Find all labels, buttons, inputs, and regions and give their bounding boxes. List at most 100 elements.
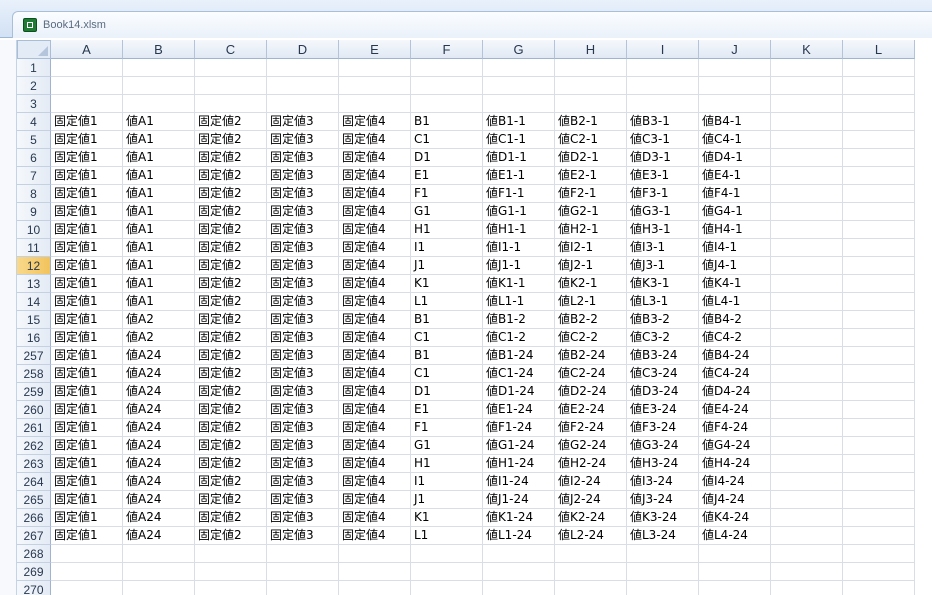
cell-j1[interactable] (699, 59, 771, 77)
cell-f262[interactable]: G1 (411, 437, 483, 455)
cell-g13[interactable]: 値K1-1 (483, 275, 555, 293)
cell-g260[interactable]: 値E1-24 (483, 401, 555, 419)
cell-l1[interactable] (843, 59, 915, 77)
cell-e16[interactable]: 固定値4 (339, 329, 411, 347)
cell-k3[interactable] (771, 95, 843, 113)
cell-j266[interactable]: 値K4-24 (699, 509, 771, 527)
column-header-b[interactable]: B (123, 40, 195, 59)
select-all-corner[interactable] (17, 40, 51, 59)
cell-h270[interactable] (555, 581, 627, 595)
cell-l265[interactable] (843, 491, 915, 509)
cell-k8[interactable] (771, 185, 843, 203)
cell-l262[interactable] (843, 437, 915, 455)
cell-c15[interactable]: 固定値2 (195, 311, 267, 329)
cell-c16[interactable]: 固定値2 (195, 329, 267, 347)
cell-j259[interactable]: 値D4-24 (699, 383, 771, 401)
cell-l268[interactable] (843, 545, 915, 563)
cell-l13[interactable] (843, 275, 915, 293)
column-header-l[interactable]: L (843, 40, 915, 59)
cell-k259[interactable] (771, 383, 843, 401)
cell-j9[interactable]: 値G4-1 (699, 203, 771, 221)
cell-d266[interactable]: 固定値3 (267, 509, 339, 527)
cell-f3[interactable] (411, 95, 483, 113)
cell-b257[interactable]: 値A24 (123, 347, 195, 365)
cell-f2[interactable] (411, 77, 483, 95)
cell-l10[interactable] (843, 221, 915, 239)
cell-d10[interactable]: 固定値3 (267, 221, 339, 239)
cell-i1[interactable] (627, 59, 699, 77)
cell-g6[interactable]: 値D1-1 (483, 149, 555, 167)
cell-a13[interactable]: 固定値1 (51, 275, 123, 293)
cell-f267[interactable]: L1 (411, 527, 483, 545)
cell-g15[interactable]: 値B1-2 (483, 311, 555, 329)
cell-f14[interactable]: L1 (411, 293, 483, 311)
cell-l4[interactable] (843, 113, 915, 131)
cell-j7[interactable]: 値E4-1 (699, 167, 771, 185)
column-header-a[interactable]: A (51, 40, 123, 59)
cell-e11[interactable]: 固定値4 (339, 239, 411, 257)
cell-h262[interactable]: 値G2-24 (555, 437, 627, 455)
cell-i16[interactable]: 値C3-2 (627, 329, 699, 347)
cell-l263[interactable] (843, 455, 915, 473)
cell-d261[interactable]: 固定値3 (267, 419, 339, 437)
cell-l6[interactable] (843, 149, 915, 167)
cell-g261[interactable]: 値F1-24 (483, 419, 555, 437)
cell-d265[interactable]: 固定値3 (267, 491, 339, 509)
cell-e9[interactable]: 固定値4 (339, 203, 411, 221)
cell-l3[interactable] (843, 95, 915, 113)
cell-j269[interactable] (699, 563, 771, 581)
row-header-269[interactable]: 269 (17, 563, 51, 581)
cell-f270[interactable] (411, 581, 483, 595)
cell-k9[interactable] (771, 203, 843, 221)
cell-j265[interactable]: 値J4-24 (699, 491, 771, 509)
cell-f16[interactable]: C1 (411, 329, 483, 347)
cell-c2[interactable] (195, 77, 267, 95)
cell-c263[interactable]: 固定値2 (195, 455, 267, 473)
cell-e260[interactable]: 固定値4 (339, 401, 411, 419)
cell-c266[interactable]: 固定値2 (195, 509, 267, 527)
cell-l12[interactable] (843, 257, 915, 275)
cell-h258[interactable]: 値C2-24 (555, 365, 627, 383)
cell-d16[interactable]: 固定値3 (267, 329, 339, 347)
cell-i265[interactable]: 値J3-24 (627, 491, 699, 509)
cell-d3[interactable] (267, 95, 339, 113)
cell-i11[interactable]: 値I3-1 (627, 239, 699, 257)
cell-a263[interactable]: 固定値1 (51, 455, 123, 473)
cell-k1[interactable] (771, 59, 843, 77)
cell-d5[interactable]: 固定値3 (267, 131, 339, 149)
cell-j3[interactable] (699, 95, 771, 113)
cell-g5[interactable]: 値C1-1 (483, 131, 555, 149)
cell-l14[interactable] (843, 293, 915, 311)
cell-j264[interactable]: 値I4-24 (699, 473, 771, 491)
cell-c11[interactable]: 固定値2 (195, 239, 267, 257)
cell-i3[interactable] (627, 95, 699, 113)
cell-i262[interactable]: 値G3-24 (627, 437, 699, 455)
cell-a3[interactable] (51, 95, 123, 113)
cell-c4[interactable]: 固定値2 (195, 113, 267, 131)
cell-h269[interactable] (555, 563, 627, 581)
cell-c12[interactable]: 固定値2 (195, 257, 267, 275)
cell-c267[interactable]: 固定値2 (195, 527, 267, 545)
row-header-260[interactable]: 260 (17, 401, 51, 419)
cell-k10[interactable] (771, 221, 843, 239)
cell-g9[interactable]: 値G1-1 (483, 203, 555, 221)
cell-f263[interactable]: H1 (411, 455, 483, 473)
row-header-270[interactable]: 270 (17, 581, 51, 595)
cell-g1[interactable] (483, 59, 555, 77)
cell-c6[interactable]: 固定値2 (195, 149, 267, 167)
cell-d11[interactable]: 固定値3 (267, 239, 339, 257)
cell-f7[interactable]: E1 (411, 167, 483, 185)
cell-h264[interactable]: 値I2-24 (555, 473, 627, 491)
cell-b268[interactable] (123, 545, 195, 563)
cell-c9[interactable]: 固定値2 (195, 203, 267, 221)
cell-a8[interactable]: 固定値1 (51, 185, 123, 203)
cell-h9[interactable]: 値G2-1 (555, 203, 627, 221)
row-header-263[interactable]: 263 (17, 455, 51, 473)
cell-e259[interactable]: 固定値4 (339, 383, 411, 401)
cell-i257[interactable]: 値B3-24 (627, 347, 699, 365)
cell-k269[interactable] (771, 563, 843, 581)
cell-a14[interactable]: 固定値1 (51, 293, 123, 311)
cell-k265[interactable] (771, 491, 843, 509)
cell-g258[interactable]: 値C1-24 (483, 365, 555, 383)
cell-j6[interactable]: 値D4-1 (699, 149, 771, 167)
